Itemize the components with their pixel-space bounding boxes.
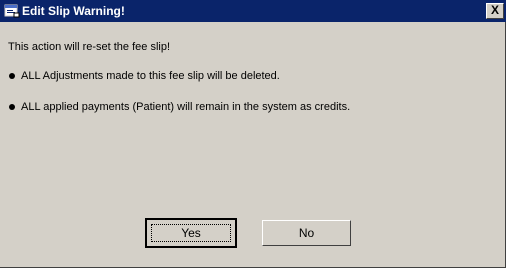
close-icon: X [490,3,499,17]
bullet-text: ALL Adjustments made to this fee slip wi… [21,70,280,82]
warning-bullet-payments: ALL applied payments (Patient) will rema… [9,101,351,114]
yes-button-label: Yes [181,226,201,240]
yes-button[interactable]: Yes [145,218,237,248]
title-bar[interactable]: Edit Slip Warning! X [0,0,506,22]
bullet-icon [9,104,15,110]
bullet-icon [9,73,15,79]
close-button[interactable]: X [486,3,504,19]
warning-bullet-adjustments: ALL Adjustments made to this fee slip wi… [9,70,280,83]
warning-intro-text: This action will re-set the fee slip! [8,41,171,53]
edit-slip-warning-dialog: Edit Slip Warning! X This action will re… [0,0,506,268]
application-window-icon [4,4,20,18]
no-button-label: No [298,226,315,240]
dialog-title: Edit Slip Warning! [22,4,125,18]
bullet-text: ALL applied payments (Patient) will rema… [21,101,351,113]
no-button[interactable]: No [262,220,351,246]
dialog-body: This action will re-set the fee slip! AL… [0,22,505,267]
